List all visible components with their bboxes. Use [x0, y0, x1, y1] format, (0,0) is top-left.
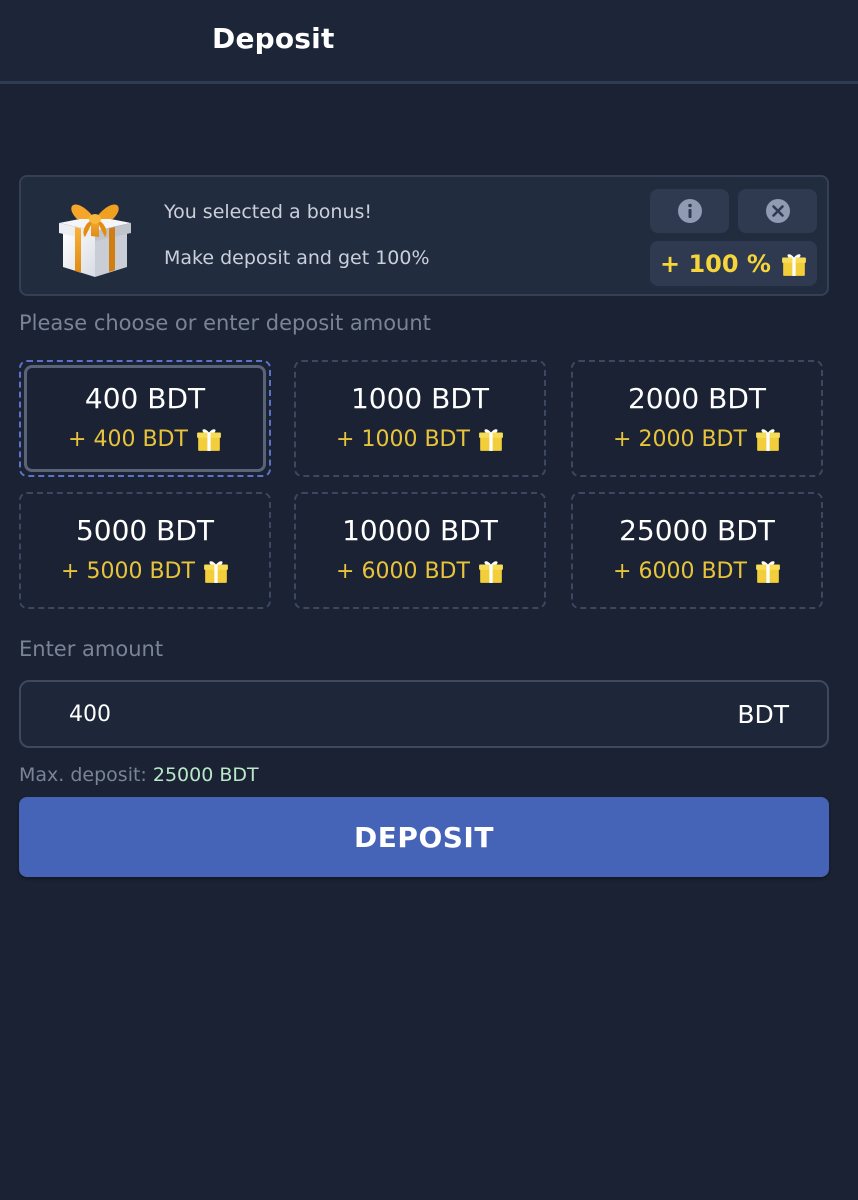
amount-bonus: + 5000 BDT — [21, 558, 269, 584]
amount-bonus: + 6000 BDT — [296, 558, 544, 584]
amount-option-400[interactable]: 400 BDT + 400 BDT — [19, 360, 271, 477]
amount-value: 2000 BDT — [627, 382, 767, 415]
amount-options: 400 BDT + 400 BDT 1000 BDT + 1000 BDT 20… — [19, 360, 823, 610]
gift-icon — [478, 426, 504, 452]
amount-input[interactable] — [69, 696, 669, 732]
bonus-percent: + 100 % — [660, 249, 771, 278]
header-bar: Deposit — [0, 0, 858, 84]
max-deposit-label: Max. deposit: — [19, 764, 147, 786]
amount-bonus-text: + 1000 BDT — [336, 426, 470, 452]
amount-value: 10000 BDT — [342, 514, 498, 547]
amount-bonus-text: + 6000 BDT — [336, 558, 470, 584]
amount-option-25000[interactable]: 25000 BDT + 6000 BDT — [571, 492, 823, 609]
bonus-description: Make deposit and get 100% — [164, 247, 430, 269]
amount-bonus: + 2000 BDT — [573, 426, 821, 452]
amount-bonus-text: + 400 BDT — [68, 426, 188, 452]
amount-value: 400 BDT — [84, 382, 206, 415]
close-icon — [765, 199, 790, 223]
currency-label: BDT — [737, 700, 789, 729]
amount-bonus-text: + 2000 BDT — [613, 426, 747, 452]
close-bonus-button[interactable] — [738, 189, 817, 233]
bonus-title: You selected a bonus! — [164, 201, 372, 223]
bonus-banner: You selected a bonus! Make deposit and g… — [19, 175, 829, 296]
amount-field: BDT — [19, 680, 829, 748]
amount-option-10000[interactable]: 10000 BDT + 6000 BDT — [294, 492, 546, 609]
amount-bonus: + 1000 BDT — [296, 426, 544, 452]
amount-value: 25000 BDT — [619, 514, 775, 547]
gift-icon — [755, 426, 781, 452]
amount-bonus-text: + 5000 BDT — [61, 558, 195, 584]
amount-option-1000[interactable]: 1000 BDT + 1000 BDT — [294, 360, 546, 477]
enter-amount-label: Enter amount — [19, 637, 164, 661]
bonus-percent-badge: + 100 % — [650, 241, 817, 286]
deposit-button[interactable]: DEPOSIT — [19, 797, 829, 877]
gift-icon — [478, 558, 504, 584]
amount-bonus: + 6000 BDT — [573, 558, 821, 584]
gift-icon — [59, 204, 131, 277]
gift-icon — [196, 426, 222, 452]
amount-bonus: + 400 BDT — [21, 426, 269, 452]
gift-icon — [781, 251, 807, 277]
amount-bonus-text: + 6000 BDT — [613, 558, 747, 584]
amount-value: 5000 BDT — [75, 514, 215, 547]
info-icon — [677, 199, 702, 223]
amount-choice-label: Please choose or enter deposit amount — [19, 311, 431, 335]
amount-option-5000[interactable]: 5000 BDT + 5000 BDT — [19, 492, 271, 609]
info-button[interactable] — [650, 189, 729, 233]
max-deposit-info: Max. deposit: 25000 BDT — [19, 764, 259, 786]
gift-icon — [203, 558, 229, 584]
gift-icon — [755, 558, 781, 584]
page-title: Deposit — [212, 22, 335, 55]
max-deposit-value: 25000 BDT — [152, 764, 259, 786]
amount-option-2000[interactable]: 2000 BDT + 2000 BDT — [571, 360, 823, 477]
amount-value: 1000 BDT — [350, 382, 490, 415]
